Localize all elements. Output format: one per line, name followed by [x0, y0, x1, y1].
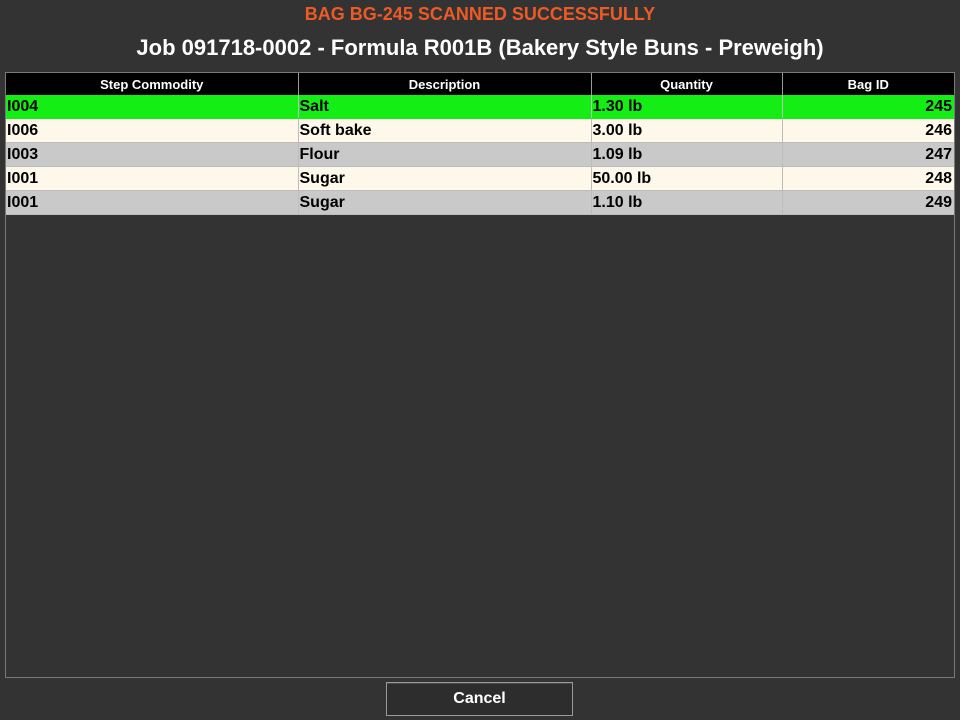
- cell-description: Sugar: [298, 190, 592, 215]
- cell-bag-id: 247: [782, 142, 954, 167]
- cell-quantity: 50.00 lb: [591, 166, 783, 191]
- cell-bag-id: 246: [782, 118, 954, 143]
- table-header-row: Step Commodity Description Quantity Bag …: [6, 73, 954, 95]
- cell-step-commodity: I001: [6, 190, 299, 215]
- cancel-button[interactable]: Cancel: [386, 682, 573, 716]
- column-header-step-commodity[interactable]: Step Commodity: [6, 73, 299, 95]
- bag-scan-screen: BAG BG-245 SCANNED SUCCESSFULLY Job 0917…: [0, 0, 960, 720]
- cell-bag-id: 245: [782, 95, 954, 119]
- cell-step-commodity: I001: [6, 166, 299, 191]
- table-row[interactable]: I003 Flour 1.09 lb 247: [6, 142, 954, 167]
- footer-bar: Cancel: [0, 681, 960, 720]
- cell-quantity: 3.00 lb: [591, 118, 783, 143]
- column-header-quantity[interactable]: Quantity: [591, 73, 783, 95]
- table-row[interactable]: I001 Sugar 50.00 lb 248: [6, 166, 954, 191]
- cell-bag-id: 248: [782, 166, 954, 191]
- cell-step-commodity: I006: [6, 118, 299, 143]
- job-title: Job 091718-0002 - Formula R001B (Bakery …: [136, 35, 824, 60]
- cell-step-commodity: I003: [6, 142, 299, 167]
- cell-description: Flour: [298, 142, 592, 167]
- cell-quantity: 1.09 lb: [591, 142, 783, 167]
- cell-description: Sugar: [298, 166, 592, 191]
- table-row[interactable]: I006 Soft bake 3.00 lb 246: [6, 118, 954, 143]
- cell-quantity: 1.10 lb: [591, 190, 783, 215]
- table-row[interactable]: I001 Sugar 1.10 lb 249: [6, 190, 954, 215]
- column-header-bag-id[interactable]: Bag ID: [782, 73, 954, 95]
- cell-bag-id: 249: [782, 190, 954, 215]
- cell-description: Salt: [298, 95, 592, 119]
- cell-description: Soft bake: [298, 118, 592, 143]
- cell-step-commodity: I004: [6, 95, 299, 119]
- cell-quantity: 1.30 lb: [591, 95, 783, 119]
- column-header-description[interactable]: Description: [298, 73, 592, 95]
- bag-grid: Step Commodity Description Quantity Bag …: [5, 72, 955, 678]
- table-row[interactable]: I004 Salt 1.30 lb 245: [6, 95, 954, 119]
- bag-table: Step Commodity Description Quantity Bag …: [6, 73, 954, 215]
- scan-status-message: BAG BG-245 SCANNED SUCCESSFULLY: [304, 4, 656, 24]
